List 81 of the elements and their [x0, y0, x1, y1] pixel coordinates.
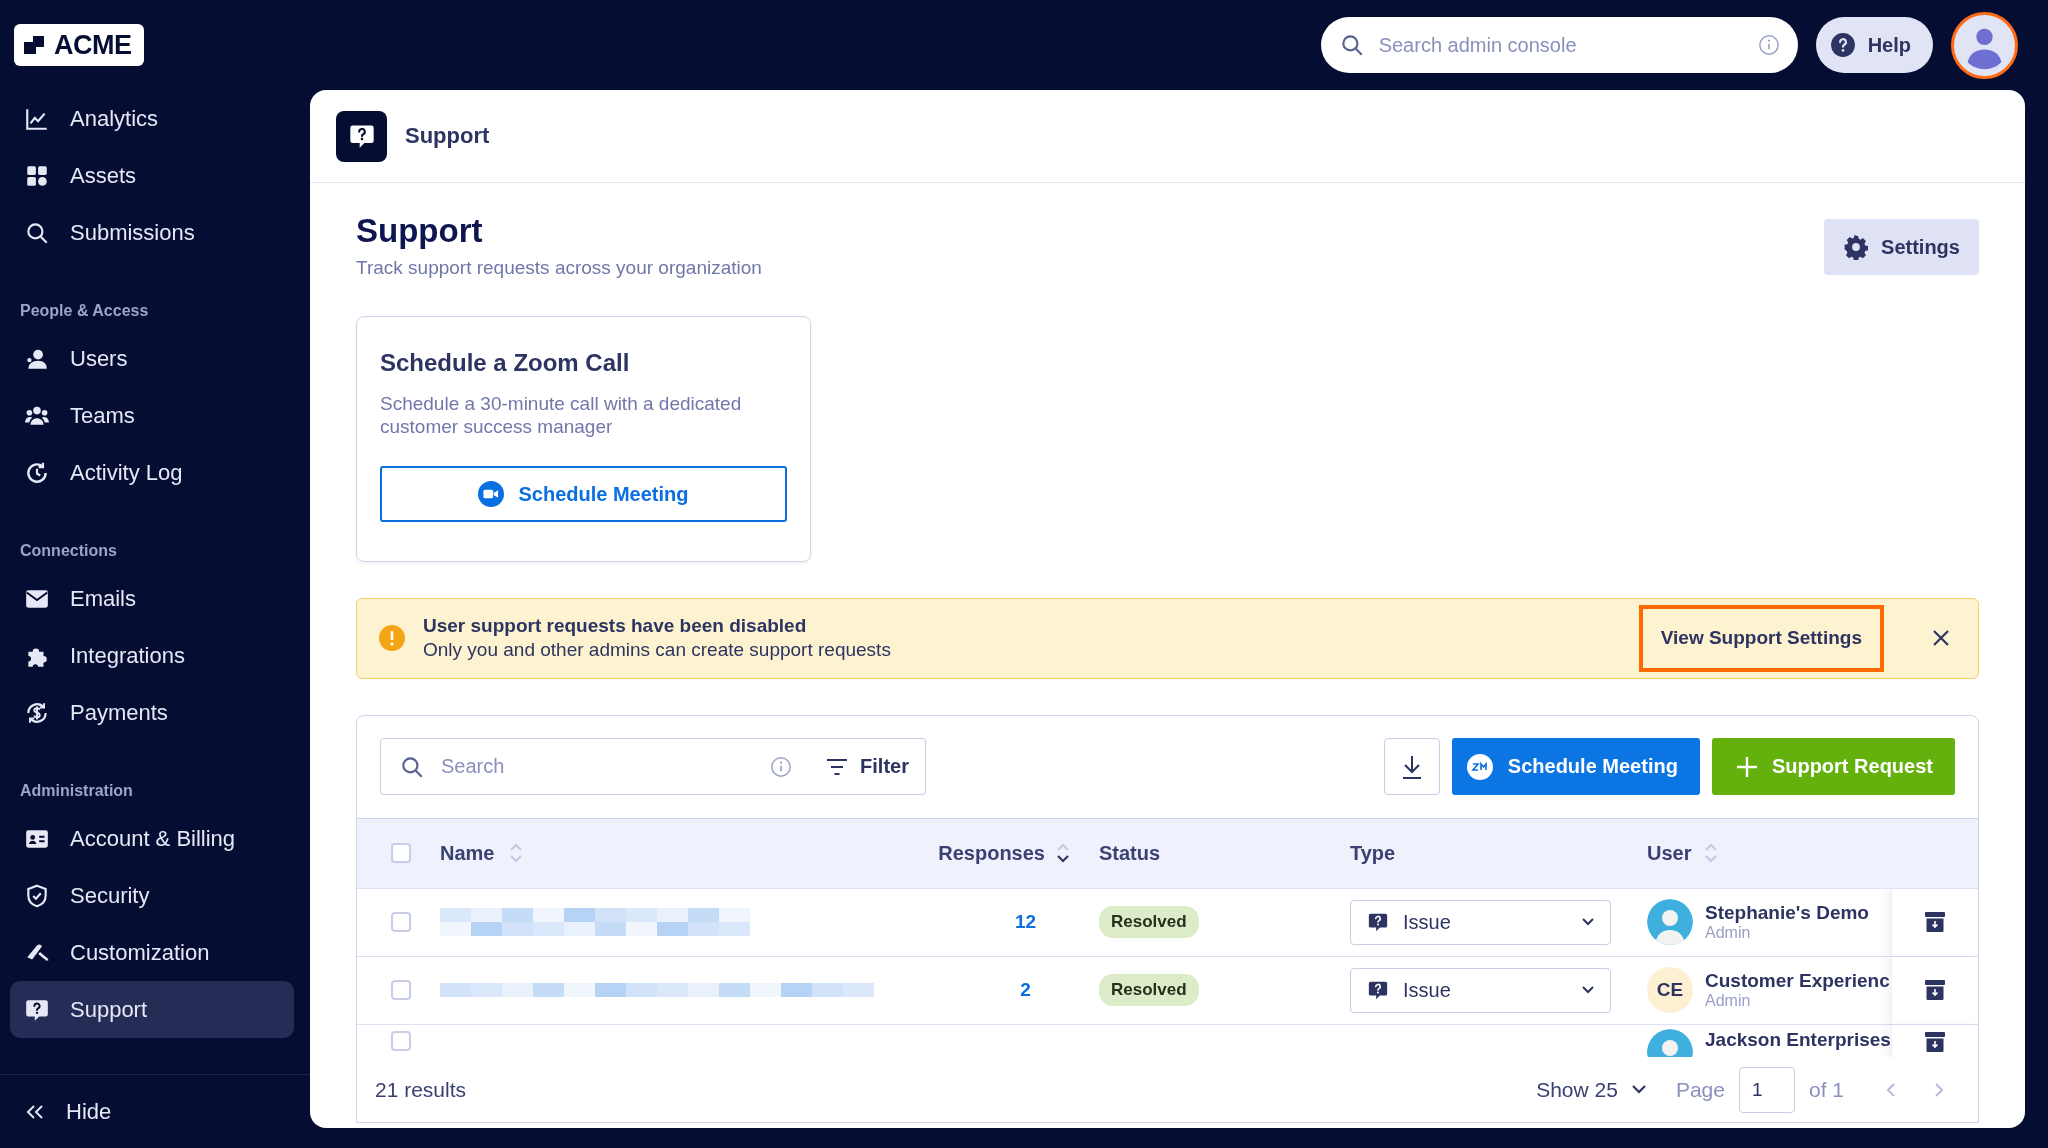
next-page-icon[interactable]	[1934, 1081, 1944, 1098]
settings-button[interactable]: Settings	[1824, 219, 1979, 275]
schedule-meeting-button[interactable]: Schedule Meeting	[380, 466, 787, 523]
checkbox[interactable]	[391, 1030, 411, 1051]
column-header: User	[1647, 841, 1692, 865]
chevron-down-icon	[1582, 918, 1594, 927]
breadcrumb: Support	[405, 123, 490, 149]
page-subtitle: Track support requests across your organization	[356, 256, 762, 279]
user-avatar: CE	[1647, 967, 1693, 1014]
sidebar-item[interactable]: Analytics	[10, 90, 294, 147]
sidebar-item[interactable]: Submissions	[10, 204, 294, 261]
archive-icon[interactable]	[1924, 979, 1946, 1002]
page-title: Support	[356, 211, 484, 251]
close-icon[interactable]	[1932, 629, 1950, 648]
page-size-select[interactable]: Show 25	[1530, 1076, 1652, 1103]
sidebar-item[interactable]: Activity Log	[10, 444, 294, 501]
checkbox[interactable]	[391, 843, 411, 864]
sidebar-item[interactable]: Assets	[10, 147, 294, 204]
acme-logo[interactable]: ACME	[14, 24, 144, 66]
section-heading: Administration	[20, 782, 133, 799]
section-heading: People & Access	[20, 302, 149, 319]
status-badge: Resolved	[1099, 906, 1199, 939]
filter-icon	[826, 757, 849, 776]
info-icon	[770, 755, 792, 778]
user-name: Customer Experienc	[1705, 970, 1890, 993]
user-role: Admin	[1705, 992, 1752, 1011]
sidebar-item[interactable]: Customization	[10, 924, 294, 981]
column-header: Status	[1099, 841, 1161, 865]
sidebar-item[interactable]: Account & Billing	[10, 810, 294, 867]
response-count[interactable]: 12	[1014, 911, 1037, 934]
hide-button[interactable]: Hide	[66, 1098, 112, 1125]
video-camera-icon	[478, 481, 505, 508]
shield-icon	[24, 882, 50, 909]
card-description: Schedule a 30-minute call with a dedicated customer success manager	[380, 391, 743, 440]
archive-icon[interactable]	[1924, 1030, 1946, 1053]
column-header: Responses	[938, 841, 1045, 865]
zoom-icon	[1465, 752, 1494, 781]
previous-page-icon[interactable]	[1886, 1081, 1896, 1098]
sidebar-item[interactable]: Integrations	[10, 627, 294, 684]
user-role: Admin	[1705, 924, 1752, 943]
settings-icon	[1843, 234, 1870, 260]
download-button[interactable]	[1383, 738, 1440, 796]
section-heading: Connections	[20, 542, 117, 559]
help-icon	[1829, 32, 1856, 58]
filter-button[interactable]: Filter	[810, 738, 926, 796]
type-select[interactable]: Issue	[1350, 899, 1611, 945]
response-count[interactable]: 2	[1020, 979, 1031, 1002]
chevron-down-icon	[1582, 986, 1594, 995]
help-button[interactable]: Help	[1815, 17, 1933, 73]
type-select[interactable]: Issue	[1350, 967, 1611, 1013]
sidebar-item[interactable]: Payments	[10, 684, 294, 741]
user-name: Jackson Enterprises	[1705, 1028, 1891, 1051]
card-title: Schedule a Zoom Call	[380, 348, 631, 377]
plus-icon	[1735, 755, 1758, 778]
banner-title: User support requests have been disabled	[423, 615, 808, 638]
info-icon	[1757, 34, 1780, 56]
page-label: Page	[1675, 1077, 1725, 1102]
schedule-meeting-button[interactable]: Schedule Meeting	[1451, 738, 1700, 796]
banner-text: Only you and other admins can create support requests	[423, 639, 892, 662]
user-name: Stephanie's Demo	[1705, 902, 1869, 925]
sort-icon[interactable]	[1055, 842, 1071, 865]
sidebar-item[interactable]: Support	[10, 981, 294, 1038]
column-header: Name	[440, 841, 495, 865]
checkbox[interactable]	[391, 980, 411, 1001]
double-chevron-icon	[26, 1103, 44, 1120]
warning-icon	[379, 625, 405, 652]
archive-icon[interactable]	[1924, 911, 1946, 934]
chevron-down-icon	[1631, 1085, 1646, 1095]
status-badge: Resolved	[1099, 974, 1199, 1007]
sidebar-item[interactable]: Security	[10, 867, 294, 924]
page-input[interactable]: 1	[1738, 1066, 1795, 1113]
results-count: 21 results	[375, 1077, 467, 1102]
help-bubble-icon	[1367, 911, 1389, 934]
view-settings-button[interactable]: View Support Settings	[1638, 604, 1884, 672]
column-header: Type	[1350, 841, 1396, 865]
sidebar-item[interactable]: Teams	[10, 387, 294, 444]
checkbox[interactable]	[391, 912, 411, 933]
page-total: of 1	[1808, 1077, 1844, 1102]
sidebar-item[interactable]: Emails	[10, 570, 294, 627]
help-bubble-icon	[1367, 979, 1389, 1002]
sidebar-item[interactable]: Users	[10, 330, 294, 387]
